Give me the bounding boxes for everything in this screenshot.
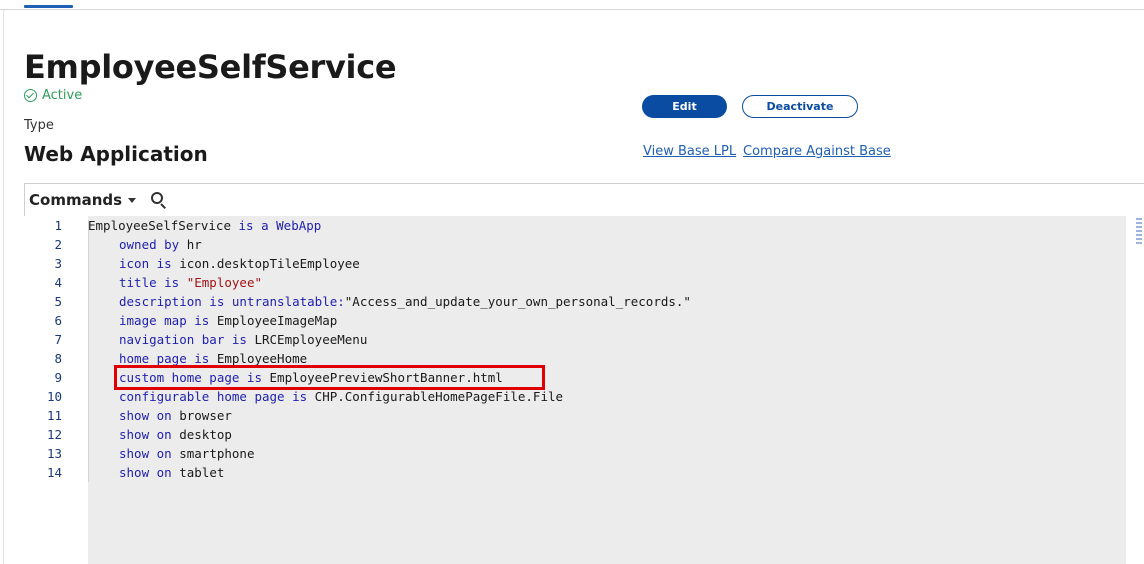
keyword-token: is a WebApp — [238, 218, 322, 233]
keyword-token: description is untranslatable: — [119, 294, 345, 309]
keyword-token: owned by — [119, 237, 180, 252]
identifier-token: EmployeeImageMap — [209, 313, 338, 328]
status-text: Active — [42, 88, 83, 103]
editor-toolbar: Commands — [24, 183, 1144, 216]
keyword-token: navigation bar is — [119, 332, 247, 347]
line-number: 1 — [54, 218, 62, 233]
line-number: 4 — [54, 275, 62, 290]
code-text: title is "Employee" — [88, 275, 262, 290]
identifier-token: smartphone — [171, 446, 255, 461]
line-number: 10 — [46, 389, 62, 404]
identifier-token: "Access_and_update_your_own_personal_rec… — [344, 294, 691, 309]
identifier-token: browser — [171, 408, 232, 423]
code-line[interactable]: 7 navigation bar is LRCEmployeeMenu — [24, 330, 1124, 349]
search-icon[interactable] — [151, 192, 167, 209]
line-number: 14 — [46, 465, 62, 480]
editor-scrollbar[interactable] — [1126, 216, 1144, 564]
code-line[interactable]: 4 title is "Employee" — [24, 273, 1124, 292]
active-tab-indicator[interactable] — [24, 5, 73, 8]
commands-menu-button[interactable]: Commands — [29, 191, 137, 209]
code-text: description is untranslatable:"Access_an… — [88, 294, 691, 309]
page-title: EmployeeSelfService — [24, 48, 397, 86]
code-text: owned by hr — [88, 237, 202, 252]
code-text: navigation bar is LRCEmployeeMenu — [88, 332, 367, 347]
identifier-token: EmployeeSelfService — [88, 218, 239, 233]
keyword-token: home page is — [119, 351, 210, 366]
line-number: 12 — [46, 427, 62, 442]
code-line[interactable]: 2 owned by hr — [24, 235, 1124, 254]
keyword-token: show on — [119, 408, 172, 423]
code-text: show on desktop — [88, 427, 232, 442]
keyword-token: configurable home page is — [119, 389, 308, 404]
code-line[interactable]: 6 image map is EmployeeImageMap — [24, 311, 1124, 330]
identifier-token: icon.desktopTileEmployee — [171, 256, 360, 271]
check-circle-icon — [24, 89, 37, 102]
minimap-marker — [1136, 218, 1142, 244]
identifier-token: CHP.ConfigurableHomePageFile.File — [307, 389, 564, 404]
line-number: 2 — [54, 237, 62, 252]
line-number: 13 — [46, 446, 62, 461]
code-editor[interactable]: 1 EmployeeSelfService is a WebApp 2 owned b… — [24, 216, 1144, 564]
keyword-token: show on — [119, 427, 172, 442]
chevron-down-icon — [128, 197, 137, 203]
code-text: show on tablet — [88, 465, 224, 480]
code-line[interactable]: 1 EmployeeSelfService is a WebApp — [24, 216, 1124, 235]
type-value: Web Application — [24, 142, 208, 166]
code-text: image map is EmployeeImageMap — [88, 313, 337, 328]
status-badge: Active — [24, 88, 82, 103]
code-line[interactable]: 14 show on tablet — [24, 463, 1124, 482]
keyword-token: show on — [119, 446, 172, 461]
code-line[interactable]: 5 description is untranslatable:"Access_a… — [24, 292, 1124, 311]
line-number: 5 — [54, 294, 62, 309]
panel-left-border — [3, 10, 4, 564]
line-number: 6 — [54, 313, 62, 328]
type-label: Type — [24, 118, 54, 133]
view-base-lpl-link[interactable]: View Base LPL — [643, 144, 736, 159]
compare-against-base-link[interactable]: Compare Against Base — [743, 144, 891, 159]
deactivate-button[interactable]: Deactivate — [742, 95, 858, 118]
code-text: custom home page is EmployeePreviewShort… — [88, 370, 503, 385]
identifier-token: LRCEmployeeMenu — [246, 332, 368, 347]
keyword-token: custom home page is — [119, 370, 262, 385]
code-line[interactable]: 9 custom home page is EmployeePreviewShor… — [24, 368, 1124, 387]
code-line[interactable]: 3 icon is icon.desktopTileEmployee — [24, 254, 1124, 273]
code-line[interactable]: 10 configurable home page is CHP.Configur… — [24, 387, 1124, 406]
string-token: "Employee" — [186, 275, 262, 290]
keyword-token: title is — [119, 275, 187, 290]
line-number: 9 — [54, 370, 62, 385]
identifier-token: tablet — [171, 465, 225, 480]
code-text: show on browser — [88, 408, 232, 423]
edit-button[interactable]: Edit — [642, 95, 727, 118]
code-line[interactable]: 11 show on browser — [24, 406, 1124, 425]
code-line[interactable]: 13 show on smartphone — [24, 444, 1124, 463]
identifier-token: desktop — [171, 427, 232, 442]
line-number: 8 — [54, 351, 62, 366]
keyword-token: show on — [119, 465, 172, 480]
line-number: 3 — [54, 256, 62, 271]
identifier-token: EmployeeHome — [209, 351, 308, 366]
line-number: 11 — [46, 408, 62, 423]
code-line[interactable]: 8 home page is EmployeeHome — [24, 349, 1124, 368]
identifier-token: EmployeePreviewShortBanner.html — [262, 370, 503, 385]
keyword-token: icon is — [119, 256, 172, 271]
code-text: show on smartphone — [88, 446, 254, 461]
code-text: icon is icon.desktopTileEmployee — [88, 256, 360, 271]
line-number: 7 — [54, 332, 62, 347]
code-line[interactable]: 12 show on desktop — [24, 425, 1124, 444]
identifier-token: hr — [179, 237, 202, 252]
keyword-token: image map is — [119, 313, 210, 328]
top-tab-strip — [0, 0, 1144, 10]
commands-label: Commands — [29, 191, 123, 209]
code-text: EmployeeSelfService is a WebApp — [88, 218, 321, 233]
code-text: configurable home page is CHP.Configurab… — [88, 389, 563, 404]
code-text: home page is EmployeeHome — [88, 351, 307, 366]
